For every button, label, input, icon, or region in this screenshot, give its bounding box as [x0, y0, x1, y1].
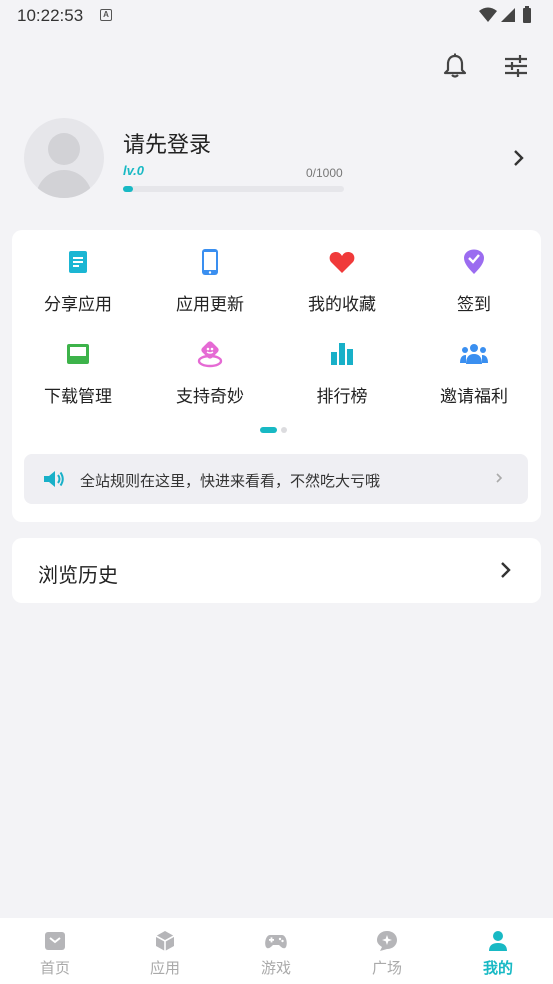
- browse-history-row[interactable]: 浏览历史: [12, 538, 541, 603]
- app-box-icon: [155, 931, 175, 951]
- nav-label: 游戏: [260, 960, 291, 977]
- chevron-right-icon: [501, 562, 511, 578]
- page-indicator: [260, 427, 300, 435]
- page-dot-active: [260, 427, 277, 433]
- nav-label: 广场: [371, 960, 402, 977]
- rules-notice-banner[interactable]: 全站规则在这里，快进来看看，不然吃大亏哦: [24, 454, 528, 504]
- app-update-icon: [202, 249, 218, 275]
- grid-item-label: 排行榜: [316, 387, 368, 406]
- status-icons: [479, 6, 531, 23]
- grid-item-label: 签到: [457, 295, 491, 314]
- share-app-icon: [69, 251, 87, 273]
- grid-item-label: 分享应用: [44, 295, 112, 314]
- checkin-icon: [464, 249, 484, 274]
- status-bar: 10:22:53 A: [0, 0, 553, 32]
- wifi-icon: [479, 7, 497, 22]
- grid-item-app-update[interactable]: 应用更新: [144, 248, 276, 318]
- signal-icon: [501, 8, 515, 22]
- nav-item-apps[interactable]: 应用: [110, 918, 220, 984]
- status-time: 10:22:53: [17, 6, 84, 25]
- bottom-nav: 首页 应用 游戏 广场 我的: [0, 918, 553, 984]
- exp-progress-fill: [123, 186, 133, 192]
- gamepad-icon: [265, 935, 287, 949]
- nav-label: 应用: [149, 960, 180, 977]
- grid-item-label: 下载管理: [44, 387, 112, 406]
- avatar[interactable]: [24, 118, 104, 198]
- download-manage-icon: [67, 344, 89, 364]
- ranking-icon: [331, 343, 353, 365]
- grid-item-share-app[interactable]: 分享应用: [12, 248, 144, 318]
- grid-item-download-manage[interactable]: 下载管理: [12, 340, 144, 410]
- grid-item-ranking[interactable]: 排行榜: [276, 340, 408, 410]
- grid-item-checkin[interactable]: 签到: [408, 248, 540, 318]
- status-indicator: A: [100, 9, 112, 21]
- heart-icon: [329, 252, 355, 273]
- login-prompt[interactable]: 请先登录: [123, 127, 211, 159]
- nav-item-games[interactable]: 游戏: [221, 918, 331, 984]
- grid-item-support[interactable]: 支持奇妙: [144, 340, 276, 410]
- profile-icon: [489, 931, 507, 951]
- page-dot: [281, 427, 287, 433]
- battery-icon: [523, 8, 531, 23]
- grid-item-label: 支持奇妙: [176, 387, 244, 406]
- grid-item-favorites[interactable]: 我的收藏: [276, 248, 408, 318]
- nav-label: 首页: [39, 960, 70, 977]
- chevron-right-icon: [496, 473, 503, 483]
- chevron-right-icon[interactable]: [509, 148, 529, 168]
- grid-item-label: 应用更新: [176, 295, 244, 314]
- exp-counter: 0/1000: [306, 166, 343, 180]
- grid-item-label: 我的收藏: [308, 295, 376, 314]
- bell-icon[interactable]: [441, 52, 469, 80]
- notice-text: 全站规则在这里，快进来看看，不然吃大亏哦: [80, 473, 381, 490]
- history-label: 浏览历史: [38, 565, 118, 587]
- tune-icon[interactable]: [502, 52, 530, 80]
- quick-actions-card: 分享应用 应用更新 我的收藏 签到 下载管理 支持奇妙 排行榜 邀请福利 全站规…: [12, 230, 541, 522]
- plaza-icon: [377, 931, 397, 951]
- home-icon: [45, 932, 65, 950]
- nav-item-profile[interactable]: 我的: [443, 918, 553, 984]
- invite-icon: [460, 344, 488, 364]
- exp-progress-bar: [123, 186, 344, 192]
- nav-item-home[interactable]: 首页: [0, 918, 110, 984]
- support-icon: [197, 341, 223, 368]
- user-level: lv.0: [123, 163, 144, 178]
- speaker-icon: [44, 471, 64, 487]
- nav-label: 我的: [482, 960, 513, 977]
- grid-item-label: 邀请福利: [440, 387, 508, 406]
- grid-item-invite[interactable]: 邀请福利: [408, 340, 540, 410]
- nav-item-plaza[interactable]: 广场: [332, 918, 442, 984]
